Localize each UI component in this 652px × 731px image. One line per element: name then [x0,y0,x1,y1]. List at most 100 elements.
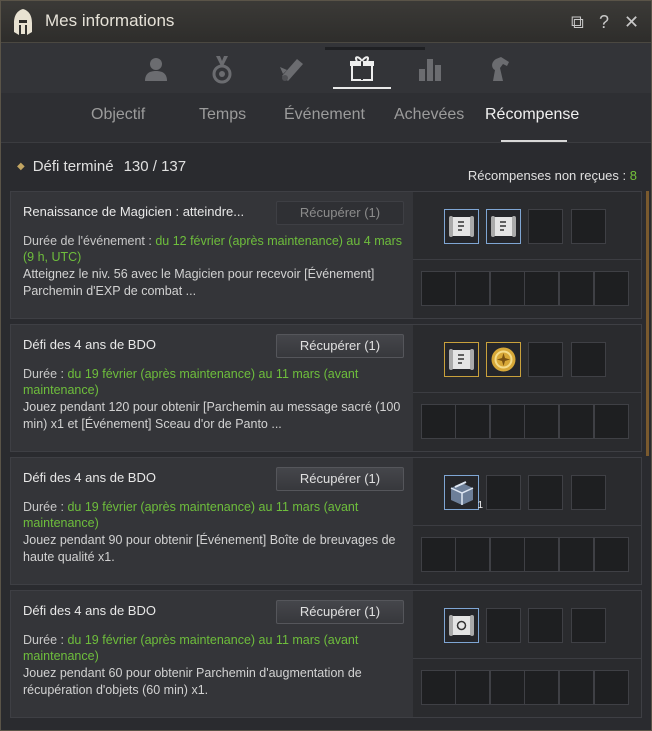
empty-slot [571,342,606,377]
medal-icon [212,56,232,84]
duration-label: Durée : [23,500,64,514]
tab-scroll[interactable] [263,49,321,89]
empty-slot [490,537,525,572]
summary-label: Défi terminé [32,158,114,175]
claim-button[interactable]: Récupérer (1) [276,201,404,225]
icon-tab-bar [1,43,651,93]
unclaimed-rewards: Récompenses non reçues : 8 [468,168,637,183]
challenge-summary: ◆ Défi terminé 130 / 137 [17,158,186,175]
card-description: Jouez pendant 120 pour obtenir [Parchemi… [23,400,401,431]
unclaimed-label: Récompenses non reçues : [467,168,627,183]
duration-label: Durée : [23,367,64,381]
empty-slot [490,404,525,439]
empty-slot [559,537,594,572]
empty-slot [455,271,490,306]
profile-icon [145,58,167,81]
duration-label: Durée : [23,633,64,647]
tab-temps[interactable]: Temps [199,106,246,124]
title-bar[interactable]: Mes informations ⧉ ? ✕ [1,1,651,43]
empty-slot [490,670,525,705]
reward-card: Défi des 4 ans de BDO Récupérer (1) Duré… [10,590,642,718]
tab-profile[interactable] [127,49,185,89]
scrollbar-thumb[interactable] [646,191,649,456]
duration-value: du 19 février (après maintenance) au 11 … [23,500,359,530]
empty-slot [486,608,521,643]
empty-slot [594,537,629,572]
card-duration: Durée de l'événement : du 12 février (ap… [23,233,408,265]
summary-count: 130 / 137 [123,158,187,175]
reward-slot[interactable] [486,342,521,377]
reward-list[interactable]: Renaissance de Magicien : atteindre... R… [10,191,642,726]
slot-separator [413,525,641,526]
claim-button[interactable]: Récupérer (1) [276,600,404,624]
tab-evenement[interactable]: Événement [284,106,365,124]
category-tab-bar: Objectif Temps Événement Achevées Récomp… [1,93,651,143]
empty-slot [594,404,629,439]
empty-slot [528,209,563,244]
unclaimed-count: 8 [629,168,637,183]
claim-button[interactable]: Récupérer (1) [276,334,404,358]
active-tab-indicator [501,140,567,142]
reward-slot[interactable] [444,209,479,244]
slot-separator [413,658,641,659]
item-quantity: 1 [477,500,483,511]
card-description: Atteignez le niv. 56 avec le Magicien po… [23,267,375,298]
reward-slots [413,192,641,318]
empty-slot [559,670,594,705]
card-title: Défi des 4 ans de BDO [23,470,156,485]
card-duration: Durée : du 19 février (après maintenance… [23,366,408,398]
card-description: Jouez pendant 90 pour obtenir [Événement… [23,533,396,564]
empty-slot [421,537,456,572]
close-icon[interactable]: ✕ [624,12,639,32]
tab-recompense[interactable]: Récompense [485,106,579,124]
reward-slot[interactable] [444,342,479,377]
tab-medal[interactable] [193,49,251,89]
empty-slot [571,209,606,244]
empty-slot [571,608,606,643]
gold-seal-icon [491,347,516,372]
tab-gift[interactable] [333,49,391,89]
empty-slot [594,271,629,306]
horse-icon [492,57,509,81]
duration-label: Durée de l'événement : [23,234,152,248]
my-info-window: Mes informations ⧉ ? ✕ Objectif Temps Év… [0,0,652,731]
scroll-item-icon [449,349,474,370]
card-title: Défi des 4 ans de BDO [23,603,156,618]
reward-card: Défi des 4 ans de BDO Récupérer (1) Duré… [10,457,642,585]
empty-slot [524,404,559,439]
tab-achevees[interactable]: Achevées [394,106,464,124]
reward-card: Défi des 4 ans de BDO Récupérer (1) Duré… [10,324,642,452]
reward-slot[interactable] [444,608,479,643]
duration-value: du 19 février (après maintenance) au 11 … [23,633,359,663]
slot-separator [413,392,641,393]
box-item-icon [450,481,474,505]
empty-slot [528,475,563,510]
empty-slot [490,271,525,306]
empty-slot [571,475,606,510]
empty-slot [559,271,594,306]
card-description: Jouez pendant 60 pour obtenir Parchemin … [23,666,362,697]
tab-objectif[interactable]: Objectif [91,106,145,124]
card-duration: Durée : du 19 février (après maintenance… [23,499,408,531]
claim-button[interactable]: Récupérer (1) [276,467,404,491]
diamond-icon: ◆ [17,161,25,172]
slot-separator [413,259,641,260]
card-title: Renaissance de Magicien : atteindre... [23,204,245,219]
scroll-icon [280,59,303,81]
empty-slot [528,608,563,643]
empty-slot [421,670,456,705]
reward-slot[interactable]: 1 [444,475,483,511]
empty-slot [421,271,456,306]
reward-slots [413,325,641,451]
scroll-item-icon [449,216,474,237]
empty-slot [528,342,563,377]
empty-slot [421,404,456,439]
restore-icon[interactable]: ⧉ [571,12,584,32]
card-title: Défi des 4 ans de BDO [23,337,156,352]
tab-horse[interactable] [471,49,529,89]
tab-stats[interactable] [401,49,459,89]
reward-slot[interactable] [486,209,521,244]
help-icon[interactable]: ? [599,12,609,32]
reward-slots: 1 [413,458,641,584]
empty-slot [455,670,490,705]
